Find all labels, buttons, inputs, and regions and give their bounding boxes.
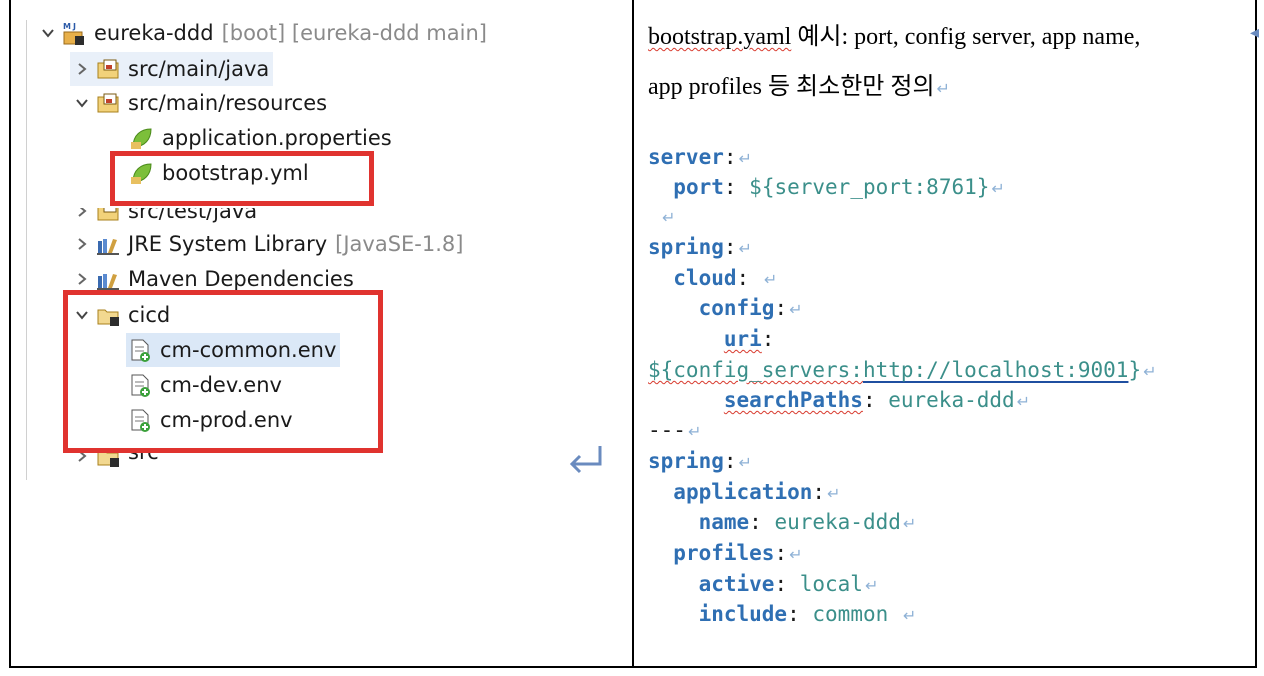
code-line: uri:	[723, 327, 775, 351]
code-line: server: ↵	[648, 145, 752, 169]
source-folder-icon	[94, 89, 122, 117]
maven-project-icon: MJ	[60, 19, 88, 47]
code-line: cloud: ↵	[673, 266, 778, 290]
doc-line2-text: app profiles 등 최소한만 정의	[648, 74, 935, 100]
tree-item-src-main-resources[interactable]: src/main/resources	[70, 86, 327, 120]
tree-item-decoration: [JavaSE-1.8]	[335, 232, 464, 256]
doc-filename: bootstrap.yaml	[648, 24, 792, 50]
tree-item-label: src/main/java	[128, 57, 270, 81]
code-line: active: local ↵	[698, 572, 879, 596]
code-line: include: common ↵	[698, 602, 917, 626]
paragraph-return-icon	[569, 446, 602, 474]
tree-item-project[interactable]: MJ eureka-ddd [boot] [eureka-ddd main]	[36, 16, 487, 50]
svg-text:J: J	[72, 22, 76, 31]
library-icon	[94, 230, 122, 258]
code-line: ${config_servers:http://localhost:9001} ↵	[648, 358, 1157, 382]
code-line: port: ${server_port:8761} ↵	[673, 175, 1005, 199]
source-folder-icon	[94, 55, 122, 83]
code-line: name: eureka-ddd ↵	[698, 510, 917, 534]
chevron-down-icon[interactable]	[70, 91, 94, 115]
uri-link[interactable]: http://localhost:9001	[863, 358, 1129, 382]
tree-item-decoration: [boot] [eureka-ddd main]	[221, 21, 487, 45]
paragraph-mark: ↵	[936, 79, 950, 98]
svg-text:M: M	[63, 22, 71, 31]
tree-item-src-main-java[interactable]: src/main/java	[70, 52, 274, 86]
table-column-divider	[632, 0, 634, 668]
code-line: spring: ↵	[648, 449, 752, 473]
tree-item-application-properties[interactable]: application.properties	[128, 121, 392, 155]
chevron-right-icon[interactable]	[70, 232, 94, 256]
chevron-right-icon[interactable]	[70, 57, 94, 81]
overflow-mark-icon: ◂	[1250, 22, 1260, 43]
code-line: spring: ↵	[648, 235, 752, 259]
tree-guide-line	[26, 20, 27, 480]
code-line: searchPaths: eureka-ddd ↵	[723, 388, 1031, 412]
highlight-box-cicd	[63, 290, 383, 453]
tree-item-label: Maven Dependencies	[128, 267, 354, 291]
doc-line1-text: 예시: port, config server, app name,	[791, 24, 1141, 50]
library-icon	[94, 265, 122, 290]
code-line: config: ↵	[698, 296, 803, 320]
code-line-blank: ↵	[662, 208, 676, 227]
highlight-box-bootstrap	[110, 151, 374, 206]
tree-item-jre-system-library[interactable]: JRE System Library [JavaSE-1.8]	[70, 227, 463, 261]
spring-leaf-icon	[128, 124, 156, 152]
doc-paragraph-1: bootstrap.yaml 예시: port, config server, …	[648, 16, 1140, 51]
doc-paragraph-2: app profiles 등 최소한만 정의 ↵	[648, 66, 950, 101]
tree-item-label: eureka-ddd	[94, 21, 214, 45]
tree-item-label: src/main/resources	[128, 91, 328, 115]
code-line: profiles: ↵	[673, 541, 803, 565]
chevron-down-icon[interactable]	[36, 21, 60, 45]
code-line: application: ↵	[673, 480, 841, 504]
chevron-right-icon[interactable]	[70, 267, 94, 290]
tree-item-label: application.properties	[162, 126, 392, 150]
code-line: --- ↵	[648, 418, 702, 442]
tree-item-label: JRE System Library	[128, 232, 328, 256]
